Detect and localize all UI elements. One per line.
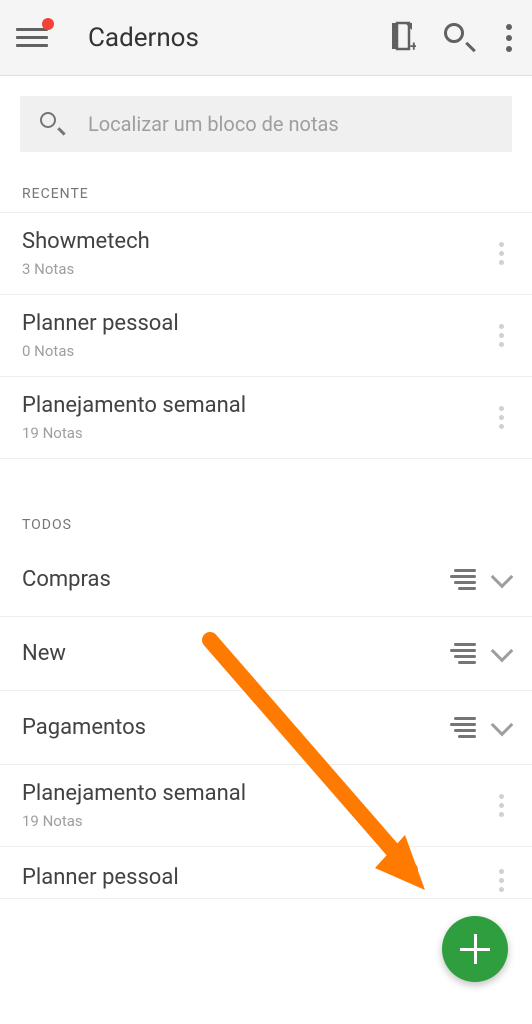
chevron-down-icon[interactable] [491,639,514,662]
notebook-count: 3 Notas [22,260,493,278]
row-more-icon[interactable] [493,788,510,823]
notebook-stack-row[interactable]: New [0,617,532,691]
stack-icon [450,643,476,664]
notebook-count: 19 Notas [22,424,493,442]
chevron-down-icon[interactable] [491,565,514,588]
section-recent-label: RECENTE [0,168,532,212]
notebook-name: Pagamentos [22,715,432,740]
new-notebook-icon[interactable]: + [390,21,416,55]
notebook-row[interactable]: Planejamento semanal 19 Notas [0,377,532,459]
notebook-row[interactable]: Planejamento semanal 19 Notas [0,765,532,847]
menu-icon[interactable] [16,22,48,54]
notebook-stack-row[interactable]: Compras [0,543,532,617]
search-bar[interactable] [20,96,512,152]
section-all-label: TODOS [0,499,532,543]
notebook-count: 19 Notas [22,812,493,830]
stack-icon [450,717,476,738]
search-input[interactable] [88,112,492,136]
notebook-name: Planejamento semanal [22,781,493,806]
row-more-icon[interactable] [493,318,510,353]
app-header: Cadernos + [0,0,532,76]
row-more-icon[interactable] [493,236,510,271]
row-more-icon[interactable] [493,863,510,898]
notebook-count: 0 Notas [22,342,493,360]
stack-icon [450,569,476,590]
search-icon[interactable] [444,23,474,53]
notebook-name: Planner pessoal [22,865,493,890]
notebook-row[interactable]: Planner pessoal 0 Notas [0,295,532,377]
row-more-icon[interactable] [493,400,510,435]
notebook-name: Planejamento semanal [22,393,493,418]
fab-add-button[interactable] [442,916,508,982]
notebook-name: Planner pessoal [22,311,493,336]
notification-badge [42,18,54,30]
chevron-down-icon[interactable] [491,713,514,736]
notebook-name: Showmetech [22,229,493,254]
search-icon [40,112,64,136]
svg-text:+: + [410,39,416,51]
notebook-name: Compras [22,567,432,592]
notebook-row[interactable]: Showmetech 3 Notas [0,212,532,295]
notebook-name: New [22,641,432,666]
notebook-row[interactable]: Planner pessoal [0,847,532,899]
notebook-stack-row[interactable]: Pagamentos [0,691,532,765]
more-icon[interactable] [502,20,516,56]
page-title: Cadernos [88,23,390,53]
